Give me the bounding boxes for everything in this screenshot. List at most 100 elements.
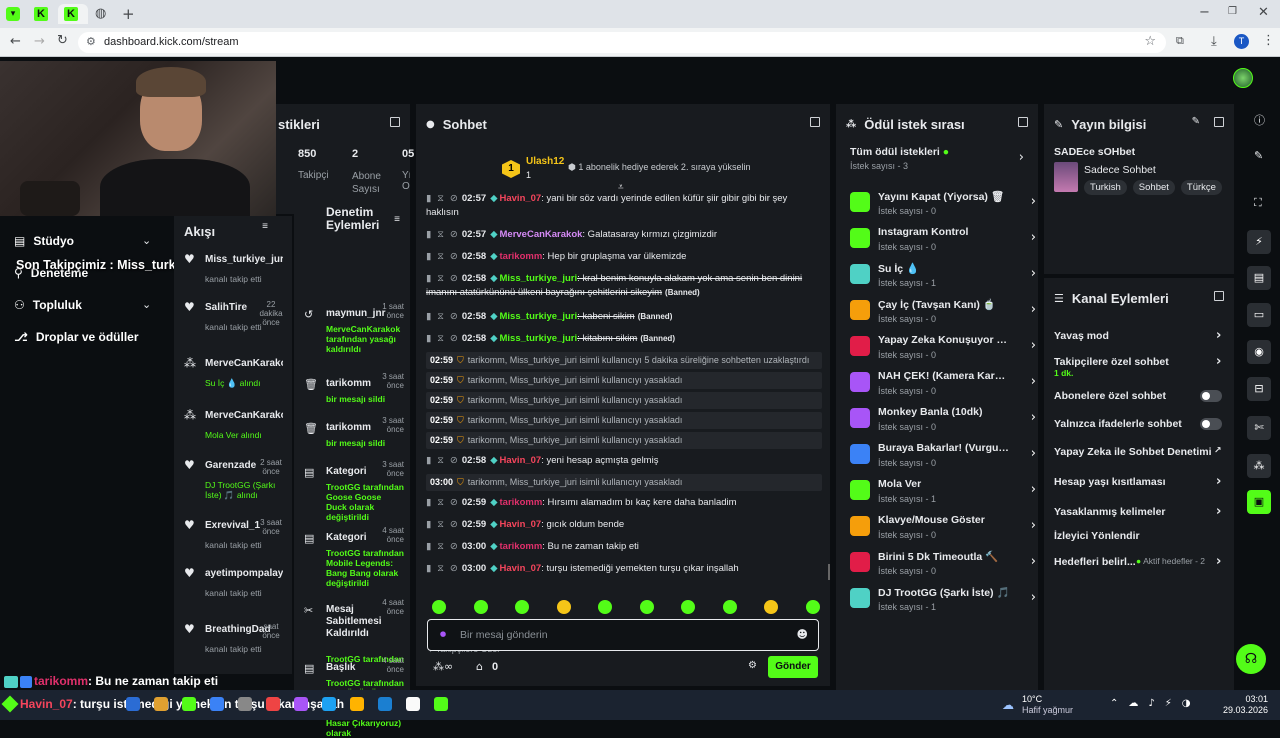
timeout-icon[interactable]: ⧖ xyxy=(437,251,444,262)
flash-icon[interactable]: ⚡ xyxy=(1247,230,1271,254)
timeout-icon[interactable]: ⧖ xyxy=(437,563,444,574)
popout-icon[interactable] xyxy=(390,117,400,127)
delete-icon[interactable]: ▮ xyxy=(426,193,431,204)
reward-item[interactable]: Birini 5 Dk Timeoutla 🔨 İstek sayısı - 0 › xyxy=(850,548,1036,582)
emote-icon[interactable] xyxy=(805,600,820,614)
ban-icon[interactable]: ⊘ xyxy=(450,273,458,284)
filter-icon[interactable]: ≡ xyxy=(262,221,268,232)
delete-icon[interactable]: ▮ xyxy=(426,273,431,284)
pencil-icon[interactable]: ✎ xyxy=(1254,149,1263,162)
site-info-icon[interactable]: ⚙ xyxy=(86,35,96,48)
bookmark-star-icon[interactable]: ☆ xyxy=(1144,34,1156,49)
taskbar-app-icon[interactable] xyxy=(154,697,168,711)
info-icon[interactable]: ⓘ xyxy=(1254,112,1265,128)
chevron-right-icon[interactable]: › xyxy=(1031,482,1036,497)
ban-icon[interactable]: ⊘ xyxy=(450,333,458,344)
reward-item[interactable]: Buraya Bakarlar! (Vurgulu … İstek sayısı … xyxy=(850,440,1036,474)
emote-icon[interactable] xyxy=(473,600,488,614)
emote-icon[interactable] xyxy=(598,600,612,614)
rewards-icon[interactable]: ⁂ xyxy=(1247,454,1271,478)
toggle-switch[interactable] xyxy=(1200,390,1222,402)
taskbar-app-icon[interactable] xyxy=(350,697,364,711)
channel-action[interactable]: Yapay Zeka ile Sohbet Denetimi ↗ xyxy=(1054,446,1224,458)
back-icon[interactable]: ← xyxy=(10,34,21,49)
support-headset-icon[interactable]: ☊ xyxy=(1236,644,1266,674)
popout-icon[interactable] xyxy=(1018,117,1028,127)
tab-kick-1[interactable]: K xyxy=(30,4,52,24)
tab-search-icon[interactable]: ▾ xyxy=(6,7,20,21)
popout-icon[interactable] xyxy=(1214,117,1224,127)
emote-icon[interactable] xyxy=(722,600,737,614)
broadcast-icon[interactable]: ◉ xyxy=(1247,340,1271,364)
address-bar[interactable]: ⚙ dashboard.kick.com/stream ☆ xyxy=(78,32,1166,53)
channel-action[interactable]: Yasaklanmış kelimeler › xyxy=(1054,504,1224,519)
notes-icon[interactable]: ▤ xyxy=(1247,266,1271,290)
ban-icon[interactable]: ⊘ xyxy=(450,541,458,552)
chevron-right-icon[interactable]: › xyxy=(1216,504,1221,519)
chat-username[interactable]: Havin_07 xyxy=(500,193,542,204)
reload-icon[interactable]: ↻ xyxy=(57,33,68,48)
popout-icon[interactable] xyxy=(1214,291,1224,301)
toggle-switch[interactable] xyxy=(1200,418,1222,430)
chat-username[interactable]: Havin_07 xyxy=(500,563,542,574)
chevron-right-icon[interactable]: › xyxy=(1031,230,1036,245)
chevron-down-icon[interactable]: ⌄ xyxy=(142,234,151,247)
close-window-icon[interactable]: ✕ xyxy=(1258,5,1269,20)
channel-action[interactable]: Hesap yaşı kısıtlaması › xyxy=(1054,474,1224,489)
delete-icon[interactable]: ▮ xyxy=(426,251,431,262)
forward-icon[interactable]: → xyxy=(34,34,45,49)
chevron-right-icon[interactable]: › xyxy=(1031,338,1036,353)
nav-studio[interactable]: ▤ Stüdyo xyxy=(14,234,74,248)
chevron-right-icon[interactable]: › xyxy=(1031,410,1036,425)
taskbar-app-icon[interactable] xyxy=(182,697,196,711)
filter-icon[interactable]: ≡ xyxy=(394,214,400,225)
timeout-icon[interactable]: ⧖ xyxy=(437,497,444,508)
send-button[interactable]: Gönder xyxy=(768,656,818,678)
delete-icon[interactable]: ▮ xyxy=(426,311,431,322)
reward-item[interactable]: Yapay Zeka Konuşuyor (TT… İstek sayısı - … xyxy=(850,332,1036,366)
tag[interactable]: Turkish xyxy=(1084,180,1127,195)
ban-icon[interactable]: ⊘ xyxy=(450,311,458,322)
app-icon[interactable]: ▣ xyxy=(1247,490,1271,514)
ban-icon[interactable]: ⊘ xyxy=(450,497,458,508)
taskbar-app-icon[interactable] xyxy=(126,697,140,711)
activity-user[interactable]: Miss_turkiye_juri xyxy=(205,254,283,265)
timeout-icon[interactable]: ⧖ xyxy=(437,455,444,466)
reward-item[interactable]: Yayını Kapat (Yiyorsa) 🗑 İstek sayısı - 0… xyxy=(850,188,1036,222)
chat-username[interactable]: Miss_turkiye_juri xyxy=(500,333,578,344)
reward-item[interactable]: Klavye/Mouse Göster İstek sayısı - 0 › xyxy=(850,512,1036,546)
activity-user[interactable]: ayetimpompalay xyxy=(205,568,283,579)
reward-item[interactable]: DJ TrootGG (Şarkı İste) 🎵 İstek sayısı - … xyxy=(850,584,1036,618)
download-icon[interactable]: ⤓ xyxy=(1211,34,1217,49)
chat-icon[interactable]: ▭ xyxy=(1247,303,1271,327)
delete-icon[interactable]: ▮ xyxy=(426,519,431,530)
timeout-icon[interactable]: ⧖ xyxy=(437,541,444,552)
chat-settings-icon[interactable]: ⚙ xyxy=(748,660,757,671)
menu-kebab-icon[interactable]: ⋮ xyxy=(1262,33,1275,48)
channel-action[interactable]: Takipçilere özel sohbet 1 dk. › xyxy=(1054,354,1224,378)
crop-icon[interactable]: ⛶ xyxy=(1254,196,1262,210)
globe-icon[interactable]: ◍ xyxy=(95,6,106,21)
taskbar-app-icon[interactable] xyxy=(238,697,252,711)
reward-item[interactable]: Mola Ver İstek sayısı - 1 › xyxy=(850,476,1036,510)
emote-icon[interactable] xyxy=(432,600,446,614)
store-icon[interactable]: ⌂ xyxy=(476,660,483,673)
ban-icon[interactable]: ⊘ xyxy=(450,229,458,240)
tag[interactable]: Sohbet xyxy=(1132,180,1175,195)
taskbar-app-icon[interactable] xyxy=(378,697,392,711)
emoji-icon[interactable]: ☻ xyxy=(797,628,808,641)
chevron-right-icon[interactable]: › xyxy=(1216,328,1221,343)
tag[interactable]: Türkçe xyxy=(1180,180,1222,195)
delete-icon[interactable]: ▮ xyxy=(426,333,431,344)
edit-icon[interactable]: ✎ xyxy=(1192,116,1200,127)
all-rewards-link[interactable]: Tüm ödül istekleri ● xyxy=(850,146,949,158)
top-gifter-name[interactable]: Ulash12 xyxy=(526,156,564,167)
chevron-right-icon[interactable]: › xyxy=(1031,554,1036,569)
chat-username[interactable]: MerveCanKarakok xyxy=(500,229,583,240)
timeout-icon[interactable]: ⧖ xyxy=(437,311,444,322)
nav-drops[interactable]: ⎇ Droplar ve ödüller xyxy=(14,330,139,344)
delete-icon[interactable]: ▮ xyxy=(426,455,431,466)
reward-item[interactable]: Çay İç (Tavşan Kanı) 🍵 İstek sayısı - 0 › xyxy=(850,296,1036,330)
minimize-icon[interactable]: − xyxy=(1199,5,1210,20)
chat-username[interactable]: tarikomm xyxy=(500,251,543,262)
